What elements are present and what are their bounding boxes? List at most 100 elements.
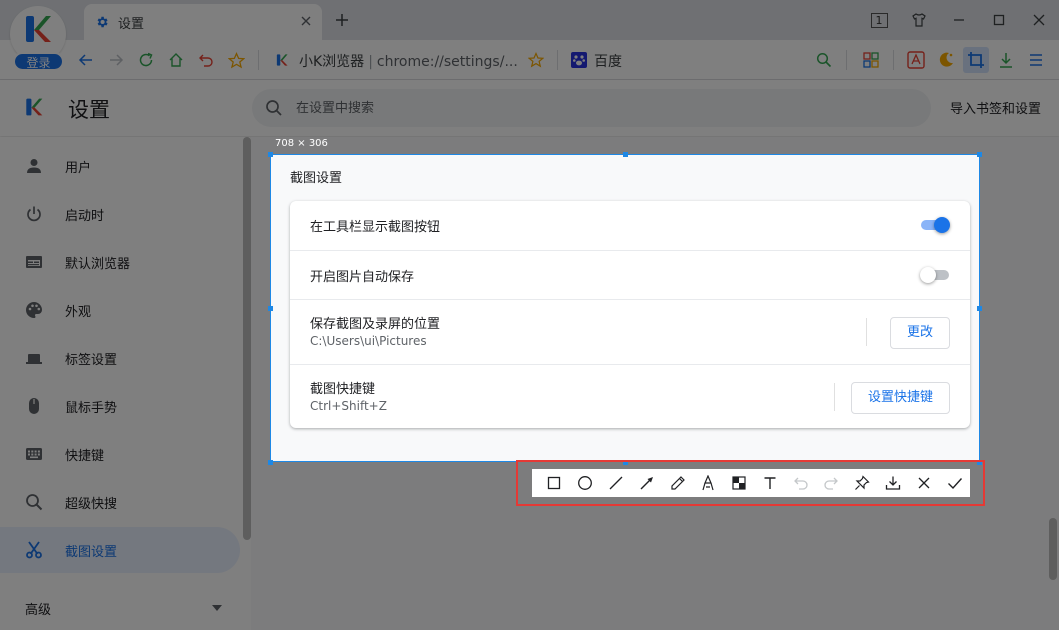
save-tool[interactable] [878, 469, 909, 497]
toolbar-divider [846, 50, 847, 70]
home-icon [169, 53, 183, 67]
setting-row-show-toolbar-button[interactable]: 在工具栏显示截图按钮 [290, 201, 970, 250]
download-icon [1000, 53, 1012, 68]
sidebar-item-tabs[interactable]: 标签设置 [0, 335, 240, 381]
section-title: 截图设置 [290, 171, 343, 186]
cancel-capture-tool[interactable] [908, 469, 939, 497]
sidebar-item-label: 快捷键 [65, 449, 105, 464]
site-name: 小K浏览器 [299, 54, 365, 70]
close-icon [918, 477, 930, 489]
rectangle-icon [548, 476, 561, 490]
window-controls: 1 [859, 0, 1059, 40]
sidebar-item-shortcuts[interactable]: 快捷键 [0, 431, 240, 477]
sidebar-item-label: 截图设置 [65, 545, 118, 560]
maximize-button[interactable] [979, 0, 1019, 40]
window-count-button[interactable]: 1 [859, 0, 899, 40]
setting-label: 保存截图及录屏的位置 [310, 317, 441, 332]
reload-button[interactable] [135, 49, 157, 71]
resize-handle[interactable] [268, 152, 273, 157]
setting-row-auto-save[interactable]: 开启图片自动保存 [290, 250, 970, 299]
apps-button[interactable] [860, 49, 882, 71]
show-toolbar-button-toggle[interactable] [920, 217, 950, 233]
set-shortcut-button[interactable]: 设置快捷键 [850, 382, 950, 414]
sidebar-item-label: 标签设置 [65, 353, 118, 368]
change-location-button[interactable]: 更改 [889, 317, 950, 349]
confirm-capture-tool[interactable] [939, 469, 970, 497]
pencil-tool[interactable] [662, 469, 693, 497]
new-tab-icon[interactable] [334, 12, 350, 28]
star-outline-icon [528, 52, 544, 68]
import-bookmarks-link[interactable]: 导入书签和设置 [950, 98, 1041, 117]
undo-close-tab-button[interactable] [195, 49, 217, 71]
night-mode-button[interactable] [935, 49, 957, 71]
text-icon [764, 477, 776, 489]
resize-handle[interactable] [623, 152, 628, 157]
resize-handle[interactable] [268, 460, 273, 465]
address-bar[interactable]: 小K浏览器 | chrome://settings/... [299, 51, 518, 71]
sidebar-item-label: 外观 [65, 305, 92, 320]
resize-handle[interactable] [268, 306, 273, 311]
line-tool[interactable] [601, 469, 632, 497]
search-icon [816, 52, 832, 68]
capture-toolbar [532, 469, 970, 497]
downloads-button[interactable] [995, 49, 1017, 71]
mosaic-icon [732, 476, 746, 490]
sidebar-scrollbar[interactable] [243, 137, 251, 540]
search-button[interactable] [813, 49, 835, 71]
sidebar-item-screenshot[interactable]: 截图设置 [0, 527, 240, 573]
sidebar-item-super-search[interactable]: 超级快搜 [0, 479, 240, 525]
toolbar-divider [258, 50, 259, 70]
pin-tool[interactable] [847, 469, 878, 497]
ellipse-tool[interactable] [570, 469, 601, 497]
minimize-button[interactable] [939, 0, 979, 40]
tab-close-icon[interactable] [300, 15, 312, 27]
resize-handle[interactable] [977, 152, 982, 157]
skin-button[interactable] [899, 0, 939, 40]
rectangle-tool[interactable] [539, 469, 570, 497]
screenshot-settings-card: 在工具栏显示截图按钮 开启图片自动保存 保存截图及录屏的位置 C:\Users\… [290, 201, 970, 428]
toggle-knob [934, 217, 950, 233]
menu-button[interactable] [1025, 49, 1047, 71]
setting-label: 截图快捷键 [310, 382, 376, 397]
auto-save-toggle[interactable] [920, 267, 950, 283]
pdf-button[interactable] [905, 49, 927, 71]
k-logo-icon [26, 16, 51, 42]
sidebar-item-label: 鼠标手势 [65, 401, 118, 416]
undo-tool[interactable] [785, 469, 816, 497]
content-scrollbar[interactable] [1049, 518, 1057, 580]
sidebar-item-label: 用户 [65, 161, 92, 176]
text-tool[interactable] [754, 469, 785, 497]
mosaic-tool[interactable] [724, 469, 755, 497]
sidebar-item-appearance[interactable]: 外观 [0, 287, 240, 333]
screenshot-button[interactable] [963, 47, 989, 73]
home-button[interactable] [165, 49, 187, 71]
tab-settings[interactable]: 设置 [84, 4, 322, 40]
undo-icon [199, 54, 213, 67]
scissors-icon [26, 541, 42, 559]
back-button[interactable] [75, 49, 97, 71]
browser-brand[interactable]: 登录 [10, 4, 72, 72]
sidebar-item-user[interactable]: 用户 [0, 143, 240, 189]
sidebar-item-default-browser[interactable]: 默认浏览器 [0, 239, 240, 285]
login-button[interactable]: 登录 [13, 52, 64, 71]
sidebar-item-mouse-gestures[interactable]: 鼠标手势 [0, 383, 240, 429]
resize-handle[interactable] [977, 306, 982, 311]
forward-button[interactable] [105, 49, 127, 71]
arrow-tool[interactable] [631, 469, 662, 497]
bookmark-baidu[interactable]: 百度 [594, 51, 622, 71]
capture-selection[interactable]: 截图设置 在工具栏显示截图按钮 开启图片自动保存 保存截图及录屏的位置 C:\U… [270, 154, 980, 462]
sidebar-item-label: 超级快搜 [65, 497, 118, 512]
favorites-button[interactable] [225, 49, 247, 71]
address-url: chrome://settings/... [376, 54, 518, 70]
baidu-paw-icon [571, 52, 587, 68]
bookmark-star-button[interactable] [525, 49, 547, 71]
redo-tool[interactable] [816, 469, 847, 497]
close-window-button[interactable] [1019, 0, 1059, 40]
toggle-knob [920, 267, 936, 283]
advanced-section-toggle[interactable]: 高级 [25, 599, 51, 618]
marker-tool[interactable] [693, 469, 724, 497]
caret-down-icon[interactable] [212, 605, 222, 611]
settings-search[interactable] [252, 89, 931, 127]
search-input[interactable] [296, 89, 896, 127]
sidebar-item-startup[interactable]: 启动时 [0, 191, 240, 237]
